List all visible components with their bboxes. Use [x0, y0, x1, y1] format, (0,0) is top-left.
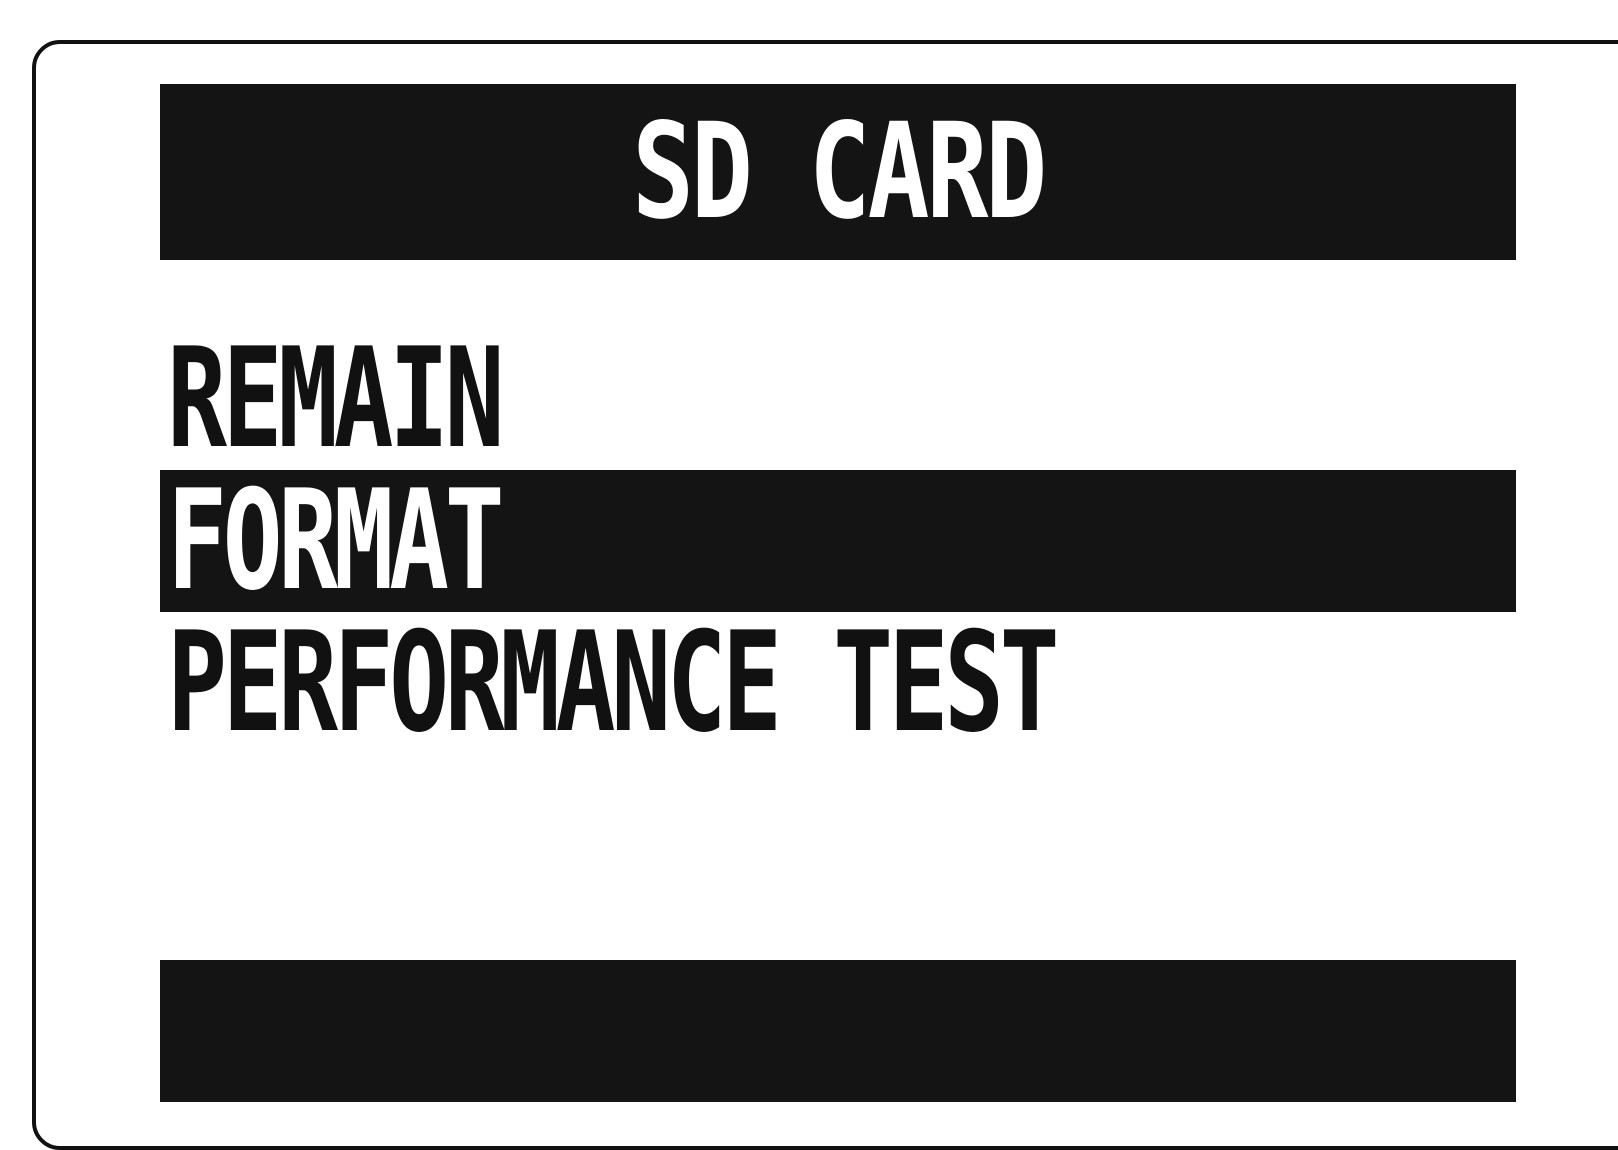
menu-item-format[interactable]: FORMAT	[160, 470, 1516, 612]
bottom-status-bar	[160, 960, 1516, 1102]
menu-item-performance-test[interactable]: PERFORMANCE TEST	[160, 612, 1516, 754]
title-bar: SD CARD	[160, 84, 1516, 260]
menu-item-label: PERFORMANCE TEST	[167, 602, 1059, 763]
page-title: SD CARD	[631, 95, 1047, 249]
menu-item-label: FORMAT	[167, 460, 504, 621]
menu-item-remain[interactable]: REMAIN	[160, 328, 1516, 470]
menu-item-label: REMAIN	[167, 318, 504, 479]
